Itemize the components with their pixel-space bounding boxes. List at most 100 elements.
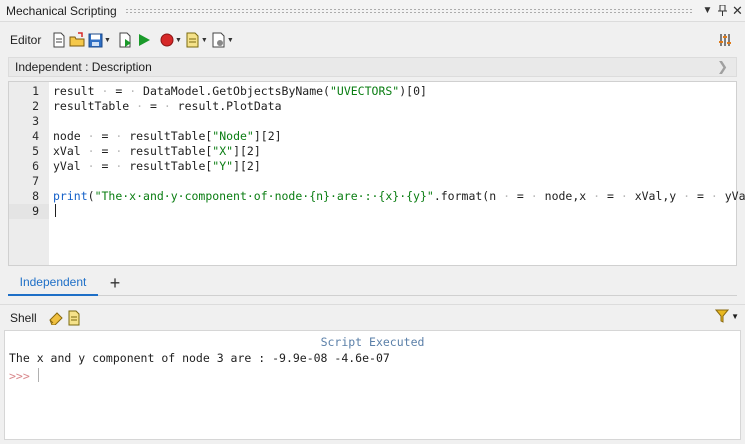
code-token: "Node"	[212, 129, 254, 143]
new-file-icon[interactable]	[52, 31, 66, 49]
chevron-right-icon[interactable]: ❯	[717, 59, 728, 75]
description-bar[interactable]: Independent : Description ❯	[8, 57, 737, 77]
code-token: ·	[94, 84, 116, 98]
code-token: xVal,y	[634, 189, 677, 203]
code-token: =	[606, 189, 614, 203]
window-titlebar: Mechanical Scripting ▼ ✕	[0, 0, 745, 22]
code-token: =	[697, 189, 704, 203]
code-token: =	[149, 99, 157, 113]
window-title: Mechanical Scripting	[6, 3, 117, 18]
code-line[interactable]: 8 print("The·x·and·y·component·of·node·{n…	[9, 189, 745, 204]
code-text: result · = · DataModel.GetObjectsByName(…	[53, 84, 427, 99]
code-token: "The·x·and·y·component·of·node·{n}·are·:…	[94, 189, 434, 203]
code-token: ·	[676, 189, 698, 203]
line-number: 4	[32, 129, 39, 143]
console-caret	[38, 368, 39, 382]
line-number: 6	[32, 159, 39, 173]
save-icon[interactable]: ▼	[88, 31, 111, 49]
code-editor[interactable]: 1 result · = · DataModel.GetObjectsByName…	[8, 81, 745, 266]
code-token: node,x	[544, 189, 587, 203]
code-token: ·	[80, 159, 102, 173]
line-number: 1	[32, 84, 39, 98]
code-token: "X"	[212, 144, 234, 158]
code-token: "Y"	[212, 159, 234, 173]
line-number: 5	[32, 144, 39, 158]
code-token: resultTable[	[129, 159, 213, 173]
tab-independent[interactable]: Independent	[8, 270, 98, 296]
text-caret	[55, 204, 56, 217]
code-token: xVal	[53, 144, 81, 158]
code-line[interactable]: 3	[9, 114, 736, 129]
code-token: ·	[108, 159, 130, 173]
code-token: (	[87, 189, 95, 203]
code-token: yVal	[53, 159, 81, 173]
code-line[interactable]: 1 result · = · DataModel.GetObjectsByName…	[9, 84, 736, 99]
code-line[interactable]: 7	[9, 174, 736, 189]
code-token: node	[53, 129, 81, 143]
code-token: ·	[156, 99, 178, 113]
editor-label: Editor	[10, 33, 42, 47]
code-token: ][2]	[233, 159, 261, 173]
code-token: result	[53, 84, 95, 98]
copy-icon[interactable]	[67, 309, 81, 327]
code-text: resultTable · = · result.PlotData	[53, 99, 282, 114]
open-folder-icon[interactable]	[69, 31, 85, 49]
code-token: print	[53, 189, 88, 203]
code-token: =	[516, 189, 524, 203]
line-number: 9	[32, 204, 39, 218]
code-token: resultTable	[53, 99, 130, 113]
code-line[interactable]: 2 resultTable · = · result.PlotData	[9, 99, 736, 114]
code-token: ·	[586, 189, 607, 203]
script-tab-strip: Independent +	[8, 270, 737, 296]
code-token: ·	[703, 189, 725, 203]
shell-console[interactable]: Script Executed The x and y component of…	[4, 330, 741, 440]
eraser-icon[interactable]	[48, 309, 64, 327]
code-token: resultTable[	[129, 129, 213, 143]
code-text: yVal · = · resultTable["Y"][2]	[53, 159, 261, 174]
code-token: ][2]	[233, 144, 261, 158]
code-token: ·	[80, 129, 102, 143]
code-token: "UVECTORS"	[329, 84, 400, 98]
code-token: yVal))	[724, 189, 745, 203]
line-number: 7	[32, 174, 39, 188]
console-output: The x and y component of node 3 are : -9…	[9, 351, 390, 365]
pin-icon[interactable]	[715, 2, 730, 20]
code-line[interactable]: 9	[9, 204, 736, 219]
chevron-down-icon[interactable]: ▼	[700, 2, 715, 20]
titlebar-grip[interactable]	[124, 7, 692, 14]
run-icon[interactable]	[137, 31, 151, 49]
filter-dropdown[interactable]: ▼	[715, 309, 739, 323]
code-token: ·	[613, 189, 635, 203]
script-executed-status: Script Executed	[320, 335, 425, 349]
code-token: )[0]	[399, 84, 427, 98]
shell-toolbar: Shell ▼	[0, 304, 745, 330]
code-token: DataModel.GetObjectsByName(	[143, 84, 330, 98]
code-text: print("The·x·and·y·component·of·node·{n}…	[53, 189, 745, 204]
run-with-debug-icon[interactable]	[118, 31, 134, 49]
line-number: 8	[32, 189, 39, 203]
options-icon[interactable]: ▼	[211, 31, 234, 49]
code-token: .format(n	[433, 189, 497, 203]
code-token: ·	[523, 189, 545, 203]
settings-sliders-icon[interactable]	[718, 31, 732, 49]
code-token: ][2]	[253, 129, 282, 143]
console-prompt: >>>	[9, 369, 30, 383]
code-token: ·	[80, 144, 102, 158]
record-icon[interactable]: ▼	[160, 31, 182, 49]
filter-icon[interactable]	[715, 309, 730, 323]
line-number: 2	[32, 99, 39, 113]
code-token: result.PlotData	[177, 99, 282, 113]
code-line[interactable]: 6 yVal · = · resultTable["Y"][2]	[9, 159, 736, 174]
code-token: ·	[129, 99, 150, 113]
close-icon[interactable]: ✕	[730, 2, 745, 20]
code-token: resultTable[	[129, 144, 213, 158]
description-text: Independent : Description	[15, 60, 152, 74]
shell-label: Shell	[10, 310, 37, 325]
snippets-icon[interactable]: ▼	[185, 31, 208, 49]
code-token: ·	[122, 84, 144, 98]
add-tab-button[interactable]: +	[105, 272, 125, 294]
code-line[interactable]: 4 node · = · resultTable["Node"][2]	[9, 129, 736, 144]
line-number: 3	[32, 114, 39, 128]
code-text: xVal · = · resultTable["X"][2]	[53, 144, 261, 159]
code-line[interactable]: 5 xVal · = · resultTable["X"][2]	[9, 144, 736, 159]
